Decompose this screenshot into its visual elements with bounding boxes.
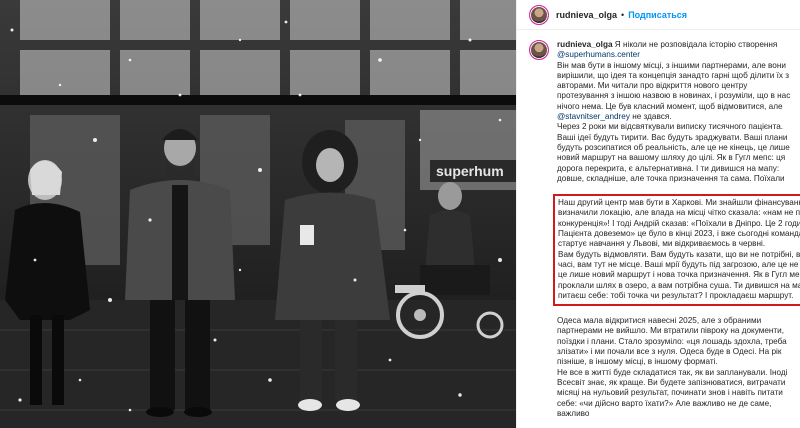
shop-sign-text: superhum [436,163,504,179]
caption-author-avatar[interactable] [529,40,549,60]
highlight-paragraph-1: Наш другий центр мав бути в Харкові. Ми … [558,198,800,249]
post-side-panel: rudnieva_olga • Подписаться rudnieva_olg… [516,0,800,428]
caption-paragraph-1-end: не здався. [629,112,672,122]
caption-paragraph-1: Він мав бути в іншому місці, з іншими па… [557,60,791,111]
street-scene-image: superhum [0,0,516,428]
mention-superhumans[interactable]: @superhumans.center [557,50,640,59]
caption-intro: Я ніколи не розповідала історію створенн… [612,40,778,49]
highlighted-block: Наш другий центр мав бути в Харкові. Ми … [553,194,800,307]
post-photo[interactable]: superhum [0,0,516,428]
header-separator: • [621,9,625,20]
caption-paragraph-4: Не все в житті буде складатися так, як в… [557,367,788,418]
highlight-paragraph-2: Вам будуть відмовляти. Вам будуть казати… [558,249,800,300]
caption-paragraph-3: Одеса мала відкритися навесні 2025, але … [557,316,787,367]
author-avatar[interactable] [529,4,549,25]
author-username[interactable]: rudnieva_olga [556,10,617,20]
caption-paragraph-2: Через 2 роки ми відсвяткували виписку ти… [557,122,790,183]
caption-username[interactable]: rudnieva_olga [557,40,613,49]
mention-andrey[interactable]: @stavnitser_andrey [557,112,630,121]
caption-area: rudnieva_olga Я ніколи не розповідала іс… [517,30,800,419]
follow-button[interactable]: Подписаться [628,10,687,20]
post-caption: rudnieva_olga Я ніколи не розповідала іс… [553,40,800,419]
post-header: rudnieva_olga • Подписаться [517,0,800,30]
